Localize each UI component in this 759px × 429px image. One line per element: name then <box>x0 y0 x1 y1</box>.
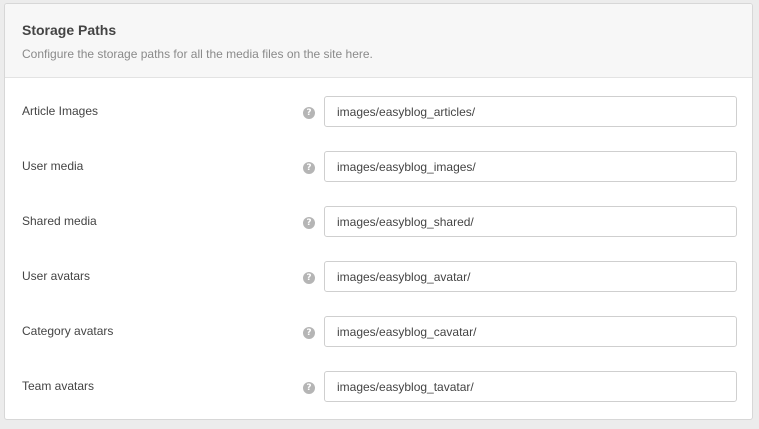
article-images-label: Article Images <box>22 104 99 118</box>
setting-row-category-avatars: Category avatars ? <box>5 298 752 353</box>
setting-row-team-avatars: Team avatars ? <box>5 353 752 408</box>
user-media-path-input[interactable] <box>324 151 737 182</box>
question-circle-icon[interactable]: ? <box>303 162 315 174</box>
storage-paths-panel: Storage Paths Configure the storage path… <box>4 3 753 420</box>
panel-description: Configure the storage paths for all the … <box>22 47 373 61</box>
category-avatars-path-input[interactable] <box>324 316 737 347</box>
question-circle-icon[interactable]: ? <box>303 382 315 394</box>
panel-header: Storage Paths Configure the storage path… <box>5 4 752 78</box>
user-media-label: User media <box>22 159 84 173</box>
question-circle-icon[interactable]: ? <box>303 272 315 284</box>
setting-row-user-media: User media ? <box>5 133 752 188</box>
article-images-path-input[interactable] <box>324 96 737 127</box>
question-circle-icon[interactable]: ? <box>303 327 315 339</box>
shared-media-path-input[interactable] <box>324 206 737 237</box>
team-avatars-label: Team avatars <box>22 379 95 393</box>
setting-row-shared-media: Shared media ? <box>5 188 752 243</box>
shared-media-label: Shared media <box>22 214 97 228</box>
user-avatars-label: User avatars <box>22 269 91 283</box>
question-circle-icon[interactable]: ? <box>303 217 315 229</box>
setting-row-article-images: Article Images ? <box>5 78 752 133</box>
user-avatars-path-input[interactable] <box>324 261 737 292</box>
question-circle-icon[interactable]: ? <box>303 107 315 119</box>
category-avatars-label: Category avatars <box>22 324 114 338</box>
panel-title: Storage Paths <box>22 22 117 38</box>
team-avatars-path-input[interactable] <box>324 371 737 402</box>
panel-body: Article Images ? User media ? Shared med… <box>5 78 752 408</box>
setting-row-user-avatars: User avatars ? <box>5 243 752 298</box>
